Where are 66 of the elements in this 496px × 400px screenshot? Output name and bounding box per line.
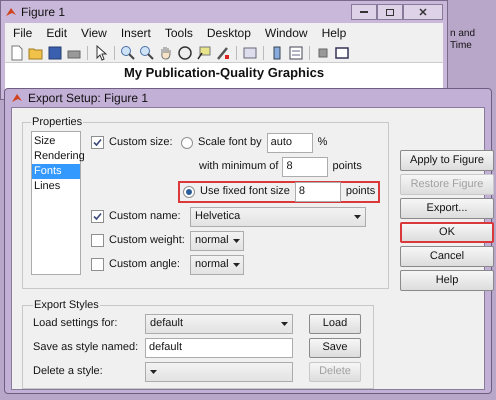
new-file-icon[interactable] (9, 44, 25, 60)
menu-item[interactable]: Tools (164, 24, 193, 42)
unit-label: % (318, 135, 328, 150)
style-action-button[interactable]: Load (309, 314, 361, 334)
checkbox[interactable] (91, 258, 104, 271)
dialog-button[interactable]: OK (400, 222, 494, 243)
menu-item[interactable]: Help (322, 24, 346, 42)
menu-item[interactable]: Insert (120, 24, 151, 42)
background-text: n and (450, 28, 476, 40)
minimize-button[interactable] (351, 4, 377, 20)
radio-button[interactable] (181, 136, 193, 148)
field-label: Load settings for: (33, 316, 118, 332)
dialog-button[interactable]: Apply to Figure (400, 150, 494, 171)
field-label: with minimum of (199, 159, 278, 174)
radio-label: Scale font by (198, 135, 262, 150)
checkbox[interactable] (91, 210, 104, 223)
caret-icon (150, 370, 157, 374)
close-button[interactable] (403, 4, 443, 20)
dropdown[interactable]: default (145, 314, 293, 334)
caret-icon (232, 262, 240, 266)
dropdown[interactable]: normal (190, 230, 244, 250)
unit-label: points (346, 184, 376, 200)
plot-title: My Publication-Quality Graphics (124, 65, 324, 80)
input-field[interactable]: 8 (294, 182, 341, 202)
dialog-button[interactable]: Export... (400, 198, 494, 219)
background-text: Time (450, 40, 473, 52)
checkbox[interactable] (91, 136, 104, 149)
app-logo-icon (11, 92, 23, 104)
style-action-button[interactable]: Save (309, 338, 361, 358)
list-item[interactable]: Lines (32, 178, 80, 194)
menu-item[interactable]: Window (264, 24, 308, 42)
checkbox-label: Custom angle: (109, 257, 181, 272)
dropdown[interactable]: Helvetica (190, 206, 366, 226)
field-label: Delete a style: (33, 364, 104, 380)
dropdown[interactable]: normal (190, 254, 244, 274)
dialog-button[interactable]: Cancel (400, 246, 494, 267)
menu-item[interactable]: View (81, 24, 107, 42)
menu-item[interactable]: Desktop (206, 24, 251, 42)
close-icon (419, 8, 427, 16)
dialog-button[interactable]: Help (400, 270, 494, 291)
menu-item[interactable]: File (13, 24, 32, 42)
input-field[interactable]: 8 (282, 156, 328, 176)
window-title: Figure 1 (21, 4, 66, 21)
input-field[interactable]: auto (266, 132, 313, 152)
radio-button[interactable] (183, 186, 195, 198)
caret-icon (281, 322, 288, 326)
list-item[interactable]: Size (32, 134, 80, 148)
maximize-button[interactable] (377, 4, 403, 20)
field-label: Save as style named: (33, 340, 140, 356)
dialog-title: Export Setup: Figure 1 (28, 90, 148, 107)
checkbox-label: Custom size: (109, 135, 173, 150)
app-logo-icon (5, 6, 17, 18)
unit-label: points (332, 159, 362, 174)
checkbox-label: Custom name: (109, 209, 182, 224)
caret-icon (232, 238, 240, 242)
radio-label: Use fixed font size (200, 184, 290, 200)
window-icon[interactable] (334, 44, 350, 60)
group-title: Properties (31, 115, 84, 130)
caret-icon (354, 214, 361, 218)
checkbox[interactable] (91, 234, 104, 247)
data-cursor-icon[interactable] (196, 44, 212, 60)
menu-item[interactable]: Edit (46, 24, 68, 42)
input-field[interactable]: default (145, 338, 293, 358)
group-title: Export Styles (33, 298, 100, 313)
checkbox-label: Custom weight: (109, 233, 185, 248)
legend-icon[interactable] (288, 44, 304, 60)
